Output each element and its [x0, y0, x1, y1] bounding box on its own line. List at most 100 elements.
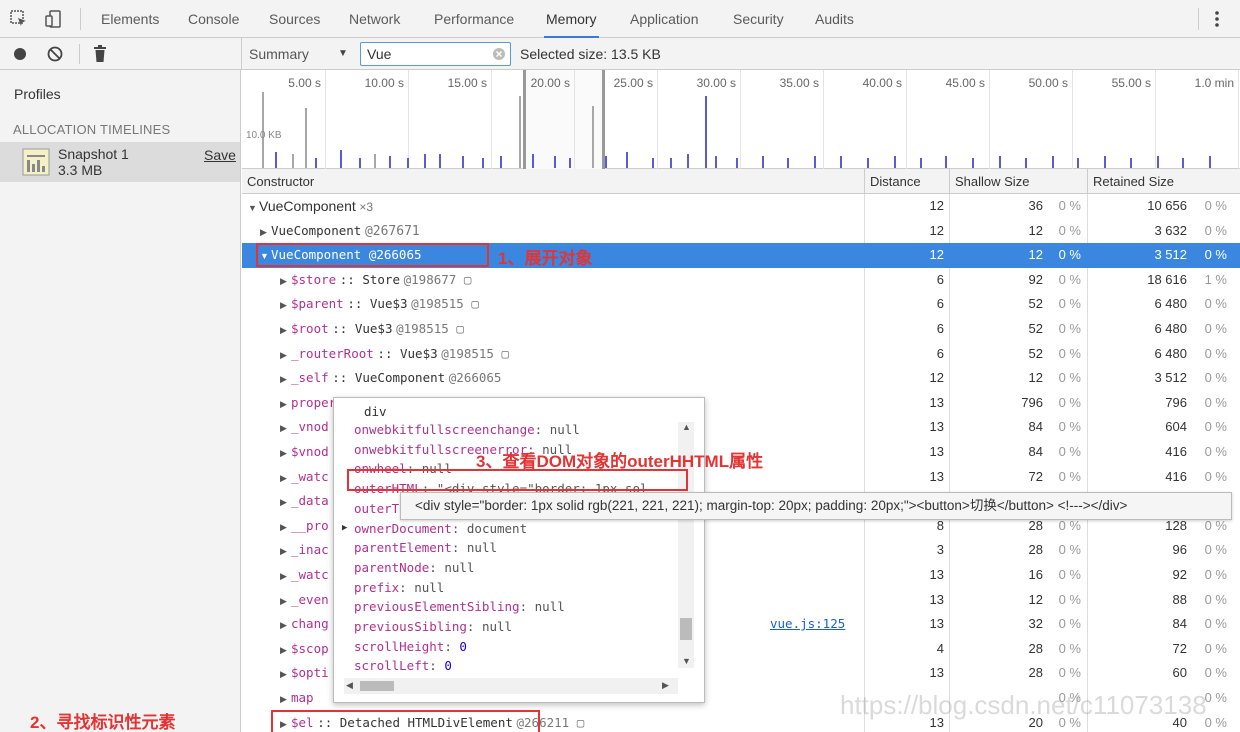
scroll-up-icon[interactable]: ▲ — [682, 422, 691, 432]
watermark: https://blog.csdn.net/c11073138 — [840, 690, 1207, 720]
cell-retained-pct: 0 % — [1204, 444, 1227, 459]
constructor-name: VueComponent — [271, 222, 362, 238]
memory-toolbar: Summary ▼ Vue Selected size: 13.5 KB — [0, 38, 1240, 70]
row-text: :: Vue$3 — [347, 296, 408, 312]
cell-shallow-pct: 0 % — [1058, 394, 1081, 410]
cell-retained-pct: 0 % — [1204, 296, 1227, 312]
allocation-bar — [500, 156, 502, 168]
expand-triangle-icon[interactable]: ▶ — [280, 539, 291, 564]
row-name: ▶ _even — [280, 588, 329, 613]
table-row[interactable]: ▼ VueComponent ×3 12 36 0 % 10 656 0 % — [242, 194, 1240, 219]
allocation-bar — [687, 154, 689, 168]
expand-triangle-icon[interactable]: ▶ — [280, 293, 291, 318]
expand-triangle-icon[interactable]: ▶ — [280, 490, 291, 515]
column-retained-size[interactable]: Retained Size — [1087, 169, 1240, 194]
object-popover[interactable]: div onwebkitfullscreenchange: null onwebk… — [333, 397, 705, 703]
table-row[interactable]: ▶ _self :: VueComponent @266065 12 12 0 % 3 … — [242, 366, 1240, 391]
property-name: _watc — [291, 468, 329, 484]
row-name: ▶ $store :: Store @198677 ▢ — [280, 268, 471, 293]
record-icon[interactable] — [12, 46, 28, 62]
more-menu-icon[interactable] — [1210, 9, 1224, 29]
cell-retained-pct: 0 % — [1204, 419, 1227, 435]
popover-property[interactable]: prefix: null — [354, 580, 444, 595]
tab-memory[interactable]: Memory — [544, 0, 599, 38]
cell-shallow-pct: 0 % — [1058, 419, 1081, 435]
expand-triangle-icon[interactable]: ▶ — [280, 564, 291, 589]
property-name: _watc — [291, 567, 329, 582]
expand-triangle-icon[interactable]: ▶ — [280, 638, 291, 663]
device-toggle-icon[interactable] — [44, 9, 64, 29]
expand-triangle-icon[interactable]: ▶ — [280, 392, 291, 417]
snapshot-size: 3.3 MB — [58, 162, 103, 178]
allocation-bar — [569, 158, 571, 168]
expand-triangle-icon[interactable]: ▶ — [280, 589, 291, 614]
scrollbar-thumb[interactable] — [680, 618, 692, 640]
allocation-overview[interactable]: 5.00 s 10.00 s 15.00 s 20.00 s 25.00 s 30.00 … — [242, 70, 1240, 169]
expand-triangle-icon[interactable]: ▶ — [342, 523, 347, 533]
save-link[interactable]: Save — [204, 147, 236, 163]
inspect-element-icon[interactable] — [10, 10, 28, 28]
expand-triangle-icon[interactable]: ▶ — [280, 441, 291, 466]
popover-property[interactable]: previousSibling: null — [354, 619, 512, 634]
expand-triangle-icon[interactable]: ▶ — [280, 343, 291, 368]
grid-line — [491, 70, 492, 169]
filter-input-value: Vue — [367, 46, 392, 62]
tab-application[interactable]: Application — [628, 0, 701, 38]
expand-triangle-icon[interactable]: ▶ — [280, 416, 291, 441]
expand-triangle-icon[interactable]: ▶ — [280, 367, 291, 392]
column-shallow-size[interactable]: Shallow Size — [949, 169, 1087, 194]
object-id: @198515 ▢ — [441, 345, 509, 361]
expand-triangle-icon[interactable]: ▶ — [280, 269, 291, 294]
table-row[interactable]: ▶ $store :: Store @198677 ▢ 6 92 0 % 18 616 1… — [242, 268, 1240, 293]
cell-retained-pct: 0 % — [1204, 321, 1227, 336]
filter-input[interactable]: Vue — [360, 42, 511, 66]
snapshot-item[interactable]: Snapshot 1 3.3 MB Save — [0, 142, 240, 182]
column-constructor[interactable]: Constructor — [242, 169, 864, 194]
allocation-bar — [1025, 158, 1027, 168]
popover-property[interactable]: onwebkitfullscreenchange: null — [354, 422, 580, 437]
expand-triangle-icon[interactable]: ▶ — [280, 466, 291, 491]
expand-triangle-icon[interactable]: ▶ — [280, 662, 291, 687]
popover-property[interactable]: outerT: — [354, 501, 407, 516]
table-row[interactable]: ▶ _routerRoot :: Vue$3 @198515 ▢ 6 52 0 % 6 … — [242, 342, 1240, 367]
tab-performance[interactable]: Performance — [432, 0, 516, 38]
table-row[interactable]: ▶ $parent :: Vue$3 @198515 ▢ 6 52 0 % 6 480 0… — [242, 292, 1240, 317]
popover-property[interactable]: parentNode: null — [354, 560, 474, 575]
popover-property[interactable]: parentElement: null — [354, 540, 497, 555]
tab-audits[interactable]: Audits — [813, 0, 856, 38]
property-value: 0 — [459, 638, 467, 654]
popover-property[interactable]: previousElementSibling: null — [354, 599, 565, 614]
trash-icon[interactable] — [93, 44, 107, 64]
hscrollbar-thumb[interactable] — [360, 681, 394, 691]
column-distance[interactable]: Distance — [864, 169, 949, 194]
popover-property[interactable]: scrollHeight: 0 — [354, 639, 467, 654]
tab-elements[interactable]: Elements — [99, 0, 161, 38]
expand-triangle-icon[interactable]: ▼ — [248, 196, 259, 221]
expand-triangle-icon[interactable]: ▶ — [280, 318, 291, 343]
table-row[interactable]: ▶ VueComponent @267671 12 12 0 % 3 632 0 % — [242, 219, 1240, 244]
expand-triangle-icon[interactable]: ▶ — [280, 687, 291, 712]
popover-hscrollbar[interactable]: ◀ ▶ — [344, 678, 678, 694]
table-row[interactable]: ▶ $root :: Vue$3 @198515 ▢ 6 52 0 % 6 480 0 % — [242, 317, 1240, 342]
scroll-left-icon[interactable]: ◀ — [346, 680, 353, 691]
cell-retained-pct: 0 % — [1204, 198, 1227, 213]
expand-triangle-icon[interactable]: ▶ — [280, 613, 291, 638]
expand-triangle-icon[interactable]: ▶ — [280, 515, 291, 540]
popover-property[interactable]: ▶ ownerDocument: document — [342, 521, 527, 536]
clear-filter-icon[interactable] — [492, 47, 506, 61]
tab-sources[interactable]: Sources — [267, 0, 322, 38]
row-name: ▶ _data — [280, 489, 329, 514]
property-name: _routerRoot — [291, 345, 374, 361]
popover-property[interactable]: scrollLeft: 0 — [354, 658, 452, 673]
scroll-right-icon[interactable]: ▶ — [662, 680, 669, 691]
cell-distance: 6 — [936, 296, 944, 312]
expand-triangle-icon[interactable]: ▶ — [260, 220, 271, 245]
view-select[interactable]: Summary ▼ — [249, 38, 354, 70]
scroll-down-icon[interactable]: ▼ — [682, 656, 691, 666]
tab-network[interactable]: Network — [347, 0, 402, 38]
source-link[interactable]: vue.js:125 — [770, 612, 845, 637]
tab-security[interactable]: Security — [731, 0, 786, 38]
tab-console[interactable]: Console — [186, 0, 241, 38]
clear-icon[interactable] — [46, 45, 64, 63]
grid-line — [408, 70, 409, 169]
